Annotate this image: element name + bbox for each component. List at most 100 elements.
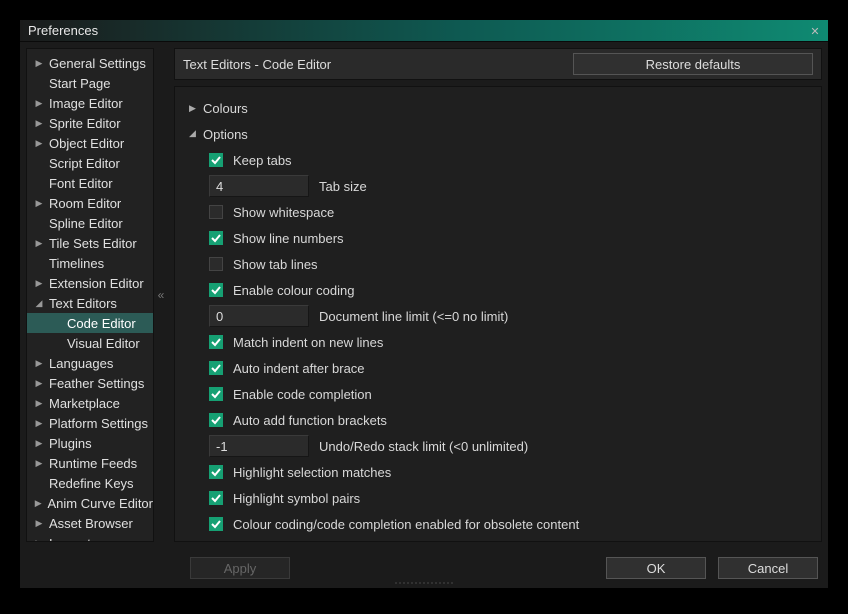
option-row: Highlight symbol pairs bbox=[209, 487, 807, 509]
sidebar-tree[interactable]: ▶General SettingsStart Page▶Image Editor… bbox=[26, 48, 154, 542]
input-undo_limit[interactable] bbox=[209, 435, 309, 457]
sidebar-item[interactable]: ▶Languages bbox=[27, 353, 153, 373]
chevron-right-icon: ▶ bbox=[33, 417, 45, 429]
option-label: Undo/Redo stack limit (<0 unlimited) bbox=[319, 439, 528, 454]
sidebar-item-label: Languages bbox=[49, 356, 113, 371]
sidebar-item-label: Asset Browser bbox=[49, 516, 133, 531]
sidebar-item[interactable]: ▶ Sprite Editor bbox=[27, 113, 153, 133]
option-row: Show tab lines bbox=[209, 253, 807, 275]
sidebar-item-label: Script Editor bbox=[49, 156, 120, 171]
option-row: Show line numbers bbox=[209, 227, 807, 249]
checkbox-show_whitespace[interactable] bbox=[209, 205, 223, 219]
apply-button[interactable]: Apply bbox=[190, 557, 290, 579]
chevron-right-icon: ▶ bbox=[33, 397, 45, 409]
sidebar-item[interactable]: ▶Inspector bbox=[27, 533, 153, 542]
ok-button[interactable]: OK bbox=[606, 557, 706, 579]
section-options-label: Options bbox=[203, 127, 248, 142]
sidebar-item[interactable]: ▶Tile Sets Editor bbox=[27, 233, 153, 253]
sidebar-item[interactable]: Redefine Keys bbox=[27, 473, 153, 493]
chevron-right-icon: ▶ bbox=[33, 137, 45, 149]
sidebar-item-label: Feather Settings bbox=[49, 376, 144, 391]
input-tab_size[interactable] bbox=[209, 175, 309, 197]
chevron-right-icon: ▶ bbox=[33, 537, 45, 542]
sidebar-item[interactable]: Script Editor bbox=[27, 153, 153, 173]
restore-defaults-button[interactable]: Restore defaults bbox=[573, 53, 813, 75]
checkbox-show_tab_lines[interactable] bbox=[209, 257, 223, 271]
titlebar[interactable]: Preferences ✕ bbox=[20, 20, 828, 42]
chevron-right-icon bbox=[33, 217, 45, 229]
sidebar-item-label: Spline Editor bbox=[49, 216, 123, 231]
input-doc_line_limit[interactable] bbox=[209, 305, 309, 327]
sidebar-item[interactable]: Font Editor bbox=[27, 173, 153, 193]
sidebar-item[interactable]: ▶Feather Settings bbox=[27, 373, 153, 393]
sidebar-item[interactable]: ▶Asset Browser bbox=[27, 513, 153, 533]
sidebar-item[interactable]: ▶Plugins bbox=[27, 433, 153, 453]
sidebar-item[interactable]: ▶Object Editor bbox=[27, 133, 153, 153]
sidebar-item[interactable]: Spline Editor bbox=[27, 213, 153, 233]
option-label: Auto indent after brace bbox=[233, 361, 365, 376]
checkbox-highlight_symbol_pairs[interactable] bbox=[209, 491, 223, 505]
sidebar-item[interactable]: Code Editor bbox=[27, 313, 153, 333]
sidebar-item[interactable]: ▶General Settings bbox=[27, 53, 153, 73]
footer: Apply OK Cancel bbox=[20, 548, 828, 588]
sidebar-item[interactable]: Start Page bbox=[27, 73, 153, 93]
sidebar-item[interactable]: Timelines bbox=[27, 253, 153, 273]
checkbox-show_line_numbers[interactable] bbox=[209, 231, 223, 245]
sidebar-item[interactable]: ◢Text Editors bbox=[27, 293, 153, 313]
option-row: Colour coding/code completion enabled fo… bbox=[209, 513, 807, 535]
sidebar-item[interactable]: ▶ Extension Editor bbox=[27, 273, 153, 293]
checkbox-keep_tabs[interactable] bbox=[209, 153, 223, 167]
chevron-right-icon: ▶ bbox=[33, 277, 45, 289]
option-label: Colour coding/code completion enabled fo… bbox=[233, 517, 579, 532]
option-row: Auto indent after brace bbox=[209, 357, 807, 379]
sidebar-item-label: Image Editor bbox=[49, 96, 123, 111]
sidebar-item[interactable]: Visual Editor bbox=[27, 333, 153, 353]
option-row: Show whitespace bbox=[209, 201, 807, 223]
close-icon[interactable]: ✕ bbox=[806, 22, 824, 40]
checkbox-match_indent[interactable] bbox=[209, 335, 223, 349]
cancel-button[interactable]: Cancel bbox=[718, 557, 818, 579]
sidebar-item[interactable]: ▶Anim Curve Editor bbox=[27, 493, 153, 513]
option-label: Match indent on new lines bbox=[233, 335, 383, 350]
chevron-right-icon: ▶ bbox=[33, 117, 45, 129]
sidebar-item[interactable]: ▶ Platform Settings bbox=[27, 413, 153, 433]
checkbox-auto_indent_brace[interactable] bbox=[209, 361, 223, 375]
chevron-right-icon: ▶ bbox=[33, 497, 44, 509]
sidebar-item-label: General Settings bbox=[49, 56, 146, 71]
option-row: Enable colour coding bbox=[209, 279, 807, 301]
sidebar-item[interactable]: ▶Image Editor bbox=[27, 93, 153, 113]
sidebar-item-label: Platform Settings bbox=[49, 416, 148, 431]
options-panel: ▶ Colours ◢ Options Keep tabs Tab size Sho… bbox=[174, 86, 822, 542]
sidebar-item[interactable]: ▶Runtime Feeds bbox=[27, 453, 153, 473]
option-row: Undo/Redo stack limit (<0 unlimited) bbox=[209, 435, 807, 457]
checkbox-enable_colour_coding[interactable] bbox=[209, 283, 223, 297]
sidebar-item-label: Sprite Editor bbox=[49, 116, 121, 131]
main-area: Text Editors - Code Editor Restore defau… bbox=[174, 48, 822, 542]
checkbox-enable_code_completion[interactable] bbox=[209, 387, 223, 401]
sidebar-item-label: Text Editors bbox=[49, 296, 117, 311]
option-row: Auto add function brackets bbox=[209, 409, 807, 431]
sidebar-wrap: ▶General SettingsStart Page▶Image Editor… bbox=[26, 48, 168, 542]
sidebar-item-label: Start Page bbox=[49, 76, 110, 91]
checkbox-obsolete_content[interactable] bbox=[209, 517, 223, 531]
checkbox-highlight_sel_matches[interactable] bbox=[209, 465, 223, 479]
window-title: Preferences bbox=[28, 23, 98, 38]
section-options[interactable]: ◢ Options bbox=[189, 123, 807, 145]
chevron-right-icon bbox=[33, 257, 45, 269]
collapse-handle-icon[interactable]: « bbox=[154, 48, 168, 542]
option-row: Document line limit (<=0 no limit) bbox=[209, 305, 807, 327]
option-row: Highlight selection matches bbox=[209, 461, 807, 483]
breadcrumb: Text Editors - Code Editor bbox=[183, 57, 565, 72]
chevron-down-icon: ◢ bbox=[189, 128, 203, 139]
option-label: Keep tabs bbox=[233, 153, 292, 168]
chevron-right-icon: ▶ bbox=[33, 237, 45, 249]
sidebar-item[interactable]: ▶Room Editor bbox=[27, 193, 153, 213]
sidebar-item[interactable]: ▶Marketplace bbox=[27, 393, 153, 413]
options-list: Keep tabs Tab size Show whitespace Show lin… bbox=[189, 149, 807, 535]
sidebar-item-label: Extension Editor bbox=[49, 276, 144, 291]
checkbox-auto_add_brackets[interactable] bbox=[209, 413, 223, 427]
section-colours[interactable]: ▶ Colours bbox=[189, 97, 807, 119]
option-row: Enable code completion bbox=[209, 383, 807, 405]
sidebar-item-label: Runtime Feeds bbox=[49, 456, 137, 471]
option-label: Tab size bbox=[319, 179, 367, 194]
